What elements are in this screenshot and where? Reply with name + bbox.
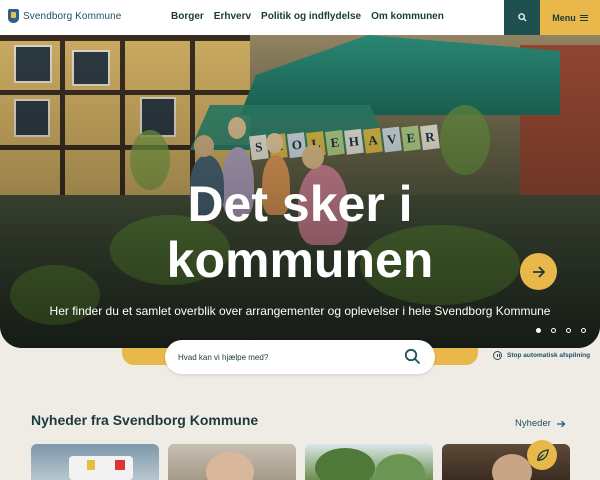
menu-label: Menu — [552, 12, 576, 23]
site-logo[interactable]: Svendborg Kommune — [8, 9, 121, 23]
hero-title: Det sker i kommunen — [0, 176, 600, 288]
leaf-icon — [536, 448, 549, 461]
carousel-dot[interactable] — [566, 328, 571, 333]
hamburger-icon — [579, 14, 588, 21]
pause-icon — [493, 351, 502, 360]
menu-button[interactable]: Menu — [540, 0, 600, 35]
hero-arrow-button[interactable] — [520, 253, 557, 290]
leaf-badge[interactable] — [527, 440, 557, 470]
news-card-image[interactable] — [168, 444, 296, 480]
hero-title-line1: Det sker i — [187, 176, 413, 232]
hero-carousel: SKOLEHAVER Det sker i kommunen Her finde… — [0, 35, 600, 348]
nav-item-erhverv[interactable]: Erhverv — [214, 11, 251, 22]
carousel-dot[interactable] — [551, 328, 556, 333]
arrow-right-icon — [556, 420, 566, 427]
stop-autoplay-button[interactable]: Stop automatisk afspilning — [493, 351, 590, 360]
news-link-label: Nyheder — [515, 418, 551, 429]
carousel-dot[interactable] — [536, 328, 541, 333]
search-icon — [517, 13, 527, 22]
stop-autoplay-label: Stop automatisk afspilning — [507, 352, 591, 359]
news-card-image[interactable] — [31, 444, 159, 480]
hero-title-line2: kommunen — [166, 232, 434, 288]
hero-subtitle: Her finder du et samlet overblik over ar… — [49, 304, 551, 318]
carousel-dots — [536, 328, 586, 333]
nav-item-om-kommunen[interactable]: Om kommunen — [371, 11, 444, 22]
news-link[interactable]: Nyheder — [515, 418, 566, 429]
main-nav: Borger Erhverv Politik og indflydelse Om… — [171, 11, 454, 22]
site-search — [165, 340, 435, 374]
header-search-button[interactable] — [504, 0, 540, 35]
coat-of-arms-icon — [8, 9, 19, 23]
nav-item-politik[interactable]: Politik og indflydelse — [261, 11, 361, 22]
nav-item-borger[interactable]: Borger — [171, 11, 204, 22]
logo-text: Svendborg Kommune — [23, 10, 122, 22]
search-icon[interactable] — [404, 348, 421, 365]
search-input[interactable] — [178, 352, 378, 362]
news-card-image[interactable] — [305, 444, 433, 480]
carousel-dot[interactable] — [581, 328, 586, 333]
news-heading: Nyheder fra Svendborg Kommune — [31, 412, 259, 428]
site-header: Svendborg Kommune Borger Erhverv Politik… — [0, 0, 600, 35]
arrow-right-icon — [532, 265, 545, 278]
